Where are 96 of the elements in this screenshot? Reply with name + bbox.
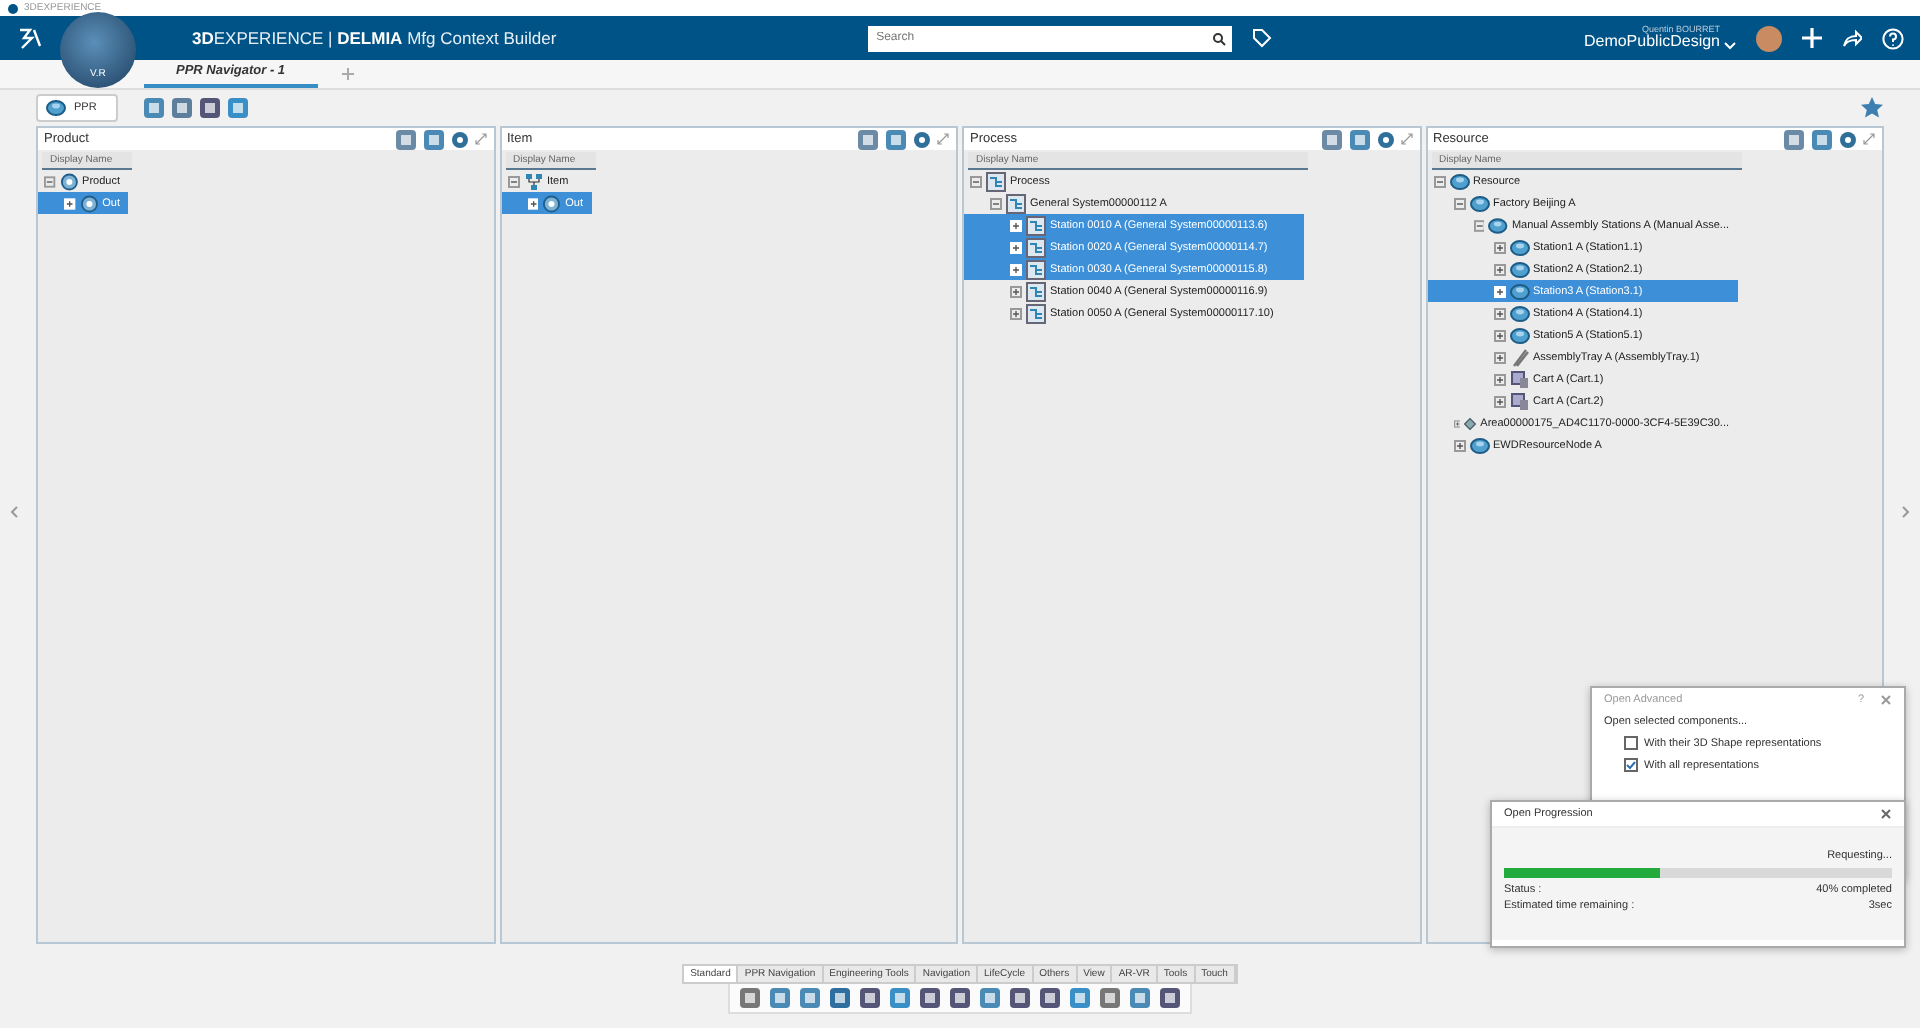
expand-icon[interactable] [1010, 307, 1022, 319]
collapse-icon[interactable] [990, 197, 1002, 209]
toolbar-tool-icon[interactable] [858, 986, 882, 1010]
expand-icon[interactable] [1010, 285, 1022, 297]
checkbox[interactable] [1624, 736, 1638, 750]
expand-icon[interactable] [527, 197, 539, 209]
maximize-icon[interactable] [936, 132, 950, 146]
tree-node-icon [1509, 325, 1529, 345]
expand-icon[interactable] [1493, 373, 1505, 385]
tag-icon[interactable] [1252, 28, 1273, 48]
expand-icon[interactable] [64, 197, 76, 209]
tree-node-icon [1509, 281, 1529, 301]
tree-node-icon [1488, 215, 1508, 235]
checkbox[interactable] [1624, 758, 1638, 772]
toolbar-tool-icon[interactable] [1128, 986, 1152, 1010]
tree-node-icon [1006, 193, 1026, 213]
collapse-icon[interactable] [507, 175, 519, 187]
expand-icon[interactable] [1010, 241, 1022, 253]
tree-node-icon [79, 193, 99, 213]
tree-node-icon [1026, 237, 1046, 257]
toolbar-tool-icon[interactable] [1068, 986, 1092, 1010]
toolbar-tool-icon[interactable] [798, 986, 822, 1010]
tree-node-icon [1509, 391, 1529, 411]
collapse-icon[interactable] [970, 175, 982, 187]
tree-node-icon [1509, 369, 1529, 389]
toolbar-tool-icon[interactable] [170, 96, 195, 120]
toolbar-tool-icon[interactable] [198, 96, 223, 120]
toolbar-tool-icon[interactable] [948, 986, 972, 1010]
expand-icon[interactable] [1493, 285, 1505, 297]
tree-node-icon [1509, 347, 1529, 367]
collapse-icon[interactable] [44, 175, 56, 187]
toolbar-tool-icon[interactable] [1810, 127, 1834, 151]
tree-node-icon [1469, 193, 1489, 213]
tree-node-icon [523, 171, 543, 191]
expand-icon[interactable] [1493, 351, 1505, 363]
settings-icon[interactable] [1375, 129, 1395, 149]
toolbar-tool-icon[interactable] [856, 127, 880, 151]
toolbar-tool-icon[interactable] [888, 986, 912, 1010]
expand-icon[interactable] [1010, 219, 1022, 231]
settings-icon[interactable] [449, 129, 469, 149]
toolbar-tool-icon[interactable] [738, 986, 762, 1010]
maximize-icon[interactable] [1862, 132, 1876, 146]
settings-icon[interactable] [912, 129, 932, 149]
maximize-icon[interactable] [1399, 132, 1413, 146]
resource-icon [46, 98, 66, 118]
tree-node-icon [59, 171, 79, 191]
toolbar-tool-icon[interactable] [1098, 986, 1122, 1010]
settings-icon[interactable] [1838, 129, 1858, 149]
toolbar-tool-icon[interactable] [1038, 986, 1062, 1010]
toolbar-tool-icon[interactable] [393, 127, 417, 151]
collapse-icon[interactable] [1453, 197, 1465, 209]
logo-icon[interactable] [16, 26, 44, 50]
tree-node-icon [1026, 215, 1046, 235]
workspace-dropdown[interactable]: DemoPublicDesign [1583, 34, 1720, 51]
tree-node-icon [1509, 303, 1529, 323]
search-icon[interactable] [1204, 25, 1233, 51]
user-avatar[interactable] [1756, 25, 1782, 51]
toolbar-tool-icon[interactable] [884, 127, 908, 151]
toolbar-tool-icon[interactable] [226, 96, 251, 120]
toolbar-tool-icon[interactable] [1347, 127, 1371, 151]
toolbar-tool-icon[interactable] [768, 986, 792, 1010]
toolbar-tool-icon[interactable] [918, 986, 942, 1010]
toolbar-tool-icon[interactable] [421, 127, 445, 151]
star-icon[interactable] [1860, 96, 1884, 120]
expand-icon[interactable] [1493, 395, 1505, 407]
collapse-icon[interactable] [1473, 219, 1485, 231]
tree-node-icon [1026, 281, 1046, 301]
chevron-down-icon[interactable] [1724, 42, 1736, 50]
tree-node-icon [986, 171, 1006, 191]
expand-icon[interactable] [1453, 439, 1465, 451]
maximize-icon[interactable] [473, 132, 487, 146]
tree-node-icon [542, 193, 562, 213]
toolbar-tool-icon[interactable] [1158, 986, 1182, 1010]
expand-icon[interactable] [1493, 307, 1505, 319]
expand-icon[interactable] [1010, 263, 1022, 275]
tree-node-icon [1026, 303, 1046, 323]
toolbar-tool-icon[interactable] [1319, 127, 1343, 151]
tree-node-icon [1026, 259, 1046, 279]
tree-node-icon [1509, 237, 1529, 257]
toolbar-tool-icon[interactable] [978, 986, 1002, 1010]
share-icon[interactable] [1842, 28, 1862, 48]
toolbar-tool-icon[interactable] [1782, 127, 1806, 151]
close-icon[interactable] [1880, 808, 1892, 820]
expand-icon[interactable] [1493, 241, 1505, 253]
toolbar-tool-icon[interactable] [828, 986, 852, 1010]
add-icon[interactable] [1802, 28, 1822, 48]
tree-node-icon [1509, 259, 1529, 279]
toolbar-tool-icon[interactable] [1008, 986, 1032, 1010]
toolbar-tool-icon[interactable] [142, 96, 167, 120]
help-icon[interactable] [1882, 27, 1904, 49]
tree-node-icon [1449, 171, 1469, 191]
collapse-icon[interactable] [1433, 175, 1445, 187]
expand-icon[interactable] [1493, 329, 1505, 341]
expand-icon[interactable] [1493, 263, 1505, 275]
app-brand-title: 3DEXPERIENCE | DELMIA Mfg Context Builder [192, 28, 557, 48]
close-icon[interactable] [1880, 694, 1892, 706]
